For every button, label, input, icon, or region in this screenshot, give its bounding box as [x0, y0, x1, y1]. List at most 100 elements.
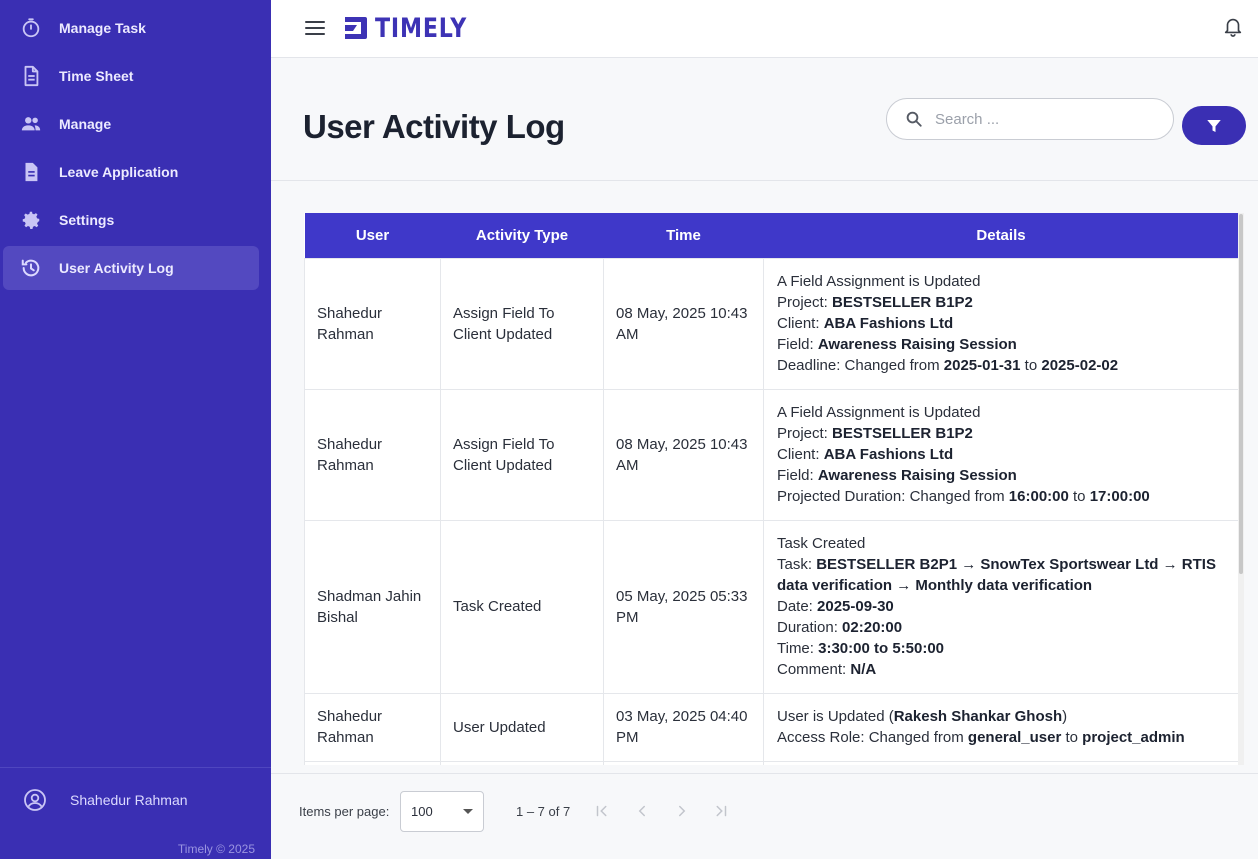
detail-line: Task Created — [777, 535, 866, 552]
filter-button[interactable] — [1182, 106, 1246, 145]
cell-activity-type — [440, 760, 604, 765]
page-title: User Activity Log — [303, 108, 565, 145]
cell-user: Shahedur Rahman — [304, 388, 441, 521]
detail-line: Field: Awareness Raising Session — [777, 336, 1017, 353]
column-header-details[interactable]: Details — [763, 213, 1238, 258]
filter-icon — [1207, 119, 1221, 132]
cell-user: Shahedur Rahman — [304, 692, 441, 762]
sidebar-divider — [0, 767, 271, 768]
sidebar: Manage Task Time Sheet Manage Leave Appl… — [0, 0, 271, 859]
cell-activity-type: User Updated — [440, 692, 604, 762]
last-page-icon — [716, 805, 727, 817]
cell-user: Shadman Jahin Bishal — [304, 519, 441, 694]
chevron-left-icon — [638, 805, 645, 817]
people-icon — [3, 113, 59, 135]
timer-icon — [3, 17, 59, 39]
cell-user — [304, 760, 441, 765]
gear-icon — [3, 209, 59, 231]
items-per-page-value: 100 — [411, 804, 433, 819]
sidebar-item-label: Leave Application — [59, 164, 179, 180]
items-per-page-select[interactable]: 100 — [400, 791, 484, 832]
detail-line: User is Updated (Rakesh Shankar Ghosh) — [777, 708, 1068, 725]
table-row[interactable]: Shahedur Rahman User Updated 03 May, 202… — [304, 692, 1238, 762]
cell-time: 03 May, 2025 04:40 PM — [603, 692, 764, 762]
detail-line: Client: ABA Fashions Ltd — [777, 446, 954, 463]
sidebar-item-label: Settings — [59, 212, 115, 228]
column-header-time[interactable]: Time — [603, 213, 764, 258]
detail-line: Task: BESTSELLER B2P1 → SnowTex Sportswe… — [777, 556, 1216, 594]
cell-time — [603, 760, 764, 765]
app-logo[interactable]: TIMELY — [343, 10, 487, 46]
table-row[interactable]: Shadman Jahin Bishal Task Created 05 May… — [304, 519, 1238, 694]
table-row[interactable]: Shahedur Rahman Assign Field To Client U… — [304, 388, 1238, 521]
cell-details — [763, 760, 1238, 765]
top-bar: TIMELY — [271, 0, 1258, 58]
notification-bell-icon[interactable] — [1222, 15, 1244, 37]
menu-icon[interactable] — [303, 16, 327, 40]
previous-page-button[interactable] — [632, 801, 652, 821]
copyright-text: Timely © 2025 — [177, 842, 255, 856]
table-row[interactable]: Shahedur Rahman Assign Field To Client U… — [304, 257, 1238, 390]
chevron-right-icon — [679, 805, 686, 817]
cell-details: Task Created Task: BESTSELLER B2P1 → Sno… — [763, 519, 1238, 694]
detail-line: Comment: N/A — [777, 661, 877, 678]
sidebar-item-manage-task[interactable]: Manage Task — [3, 6, 259, 50]
cell-details: A Field Assignment is Updated Project: B… — [763, 388, 1238, 521]
cell-details: A Field Assignment is Updated Project: B… — [763, 257, 1238, 390]
next-page-button[interactable] — [672, 801, 692, 821]
page-header: User Activity Log — [271, 78, 1258, 181]
detail-line: Projected Duration: Changed from 16:00:0… — [777, 488, 1150, 505]
sidebar-item-label: User Activity Log — [59, 260, 174, 276]
detail-line: Date: 2025-09-30 — [777, 598, 894, 615]
cell-time: 08 May, 2025 10:43 AM — [603, 257, 764, 390]
user-profile[interactable]: Shahedur Rahman — [0, 778, 271, 822]
items-per-page-label: Items per page: — [299, 804, 390, 819]
detail-line: Field: Awareness Raising Session — [777, 467, 1017, 484]
scrollbar-thumb[interactable] — [1239, 214, 1243, 574]
file-icon — [3, 161, 59, 183]
sidebar-item-time-sheet[interactable]: Time Sheet — [3, 54, 259, 98]
activity-table: User Activity Type Time Details Shahedur… — [304, 213, 1238, 765]
search-box[interactable] — [886, 98, 1174, 140]
sidebar-item-label: Manage — [59, 116, 112, 132]
column-header-activity-type[interactable]: Activity Type — [440, 213, 604, 258]
account-circle-icon — [0, 788, 70, 812]
sidebar-item-leave-application[interactable]: Leave Application — [3, 150, 259, 194]
search-icon — [906, 111, 922, 127]
detail-line: Project: BESTSELLER B1P2 — [777, 425, 973, 442]
cell-user: Shahedur Rahman — [304, 257, 441, 390]
detail-line: Duration: 02:20:00 — [777, 619, 903, 636]
last-page-button[interactable] — [711, 801, 731, 821]
cell-activity-type: Assign Field To Client Updated — [440, 388, 604, 521]
paginator: Items per page: 100 1 – 7 of 7 — [271, 773, 1258, 847]
table-header-row: User Activity Type Time Details — [304, 213, 1238, 258]
cell-activity-type: Task Created — [440, 519, 604, 694]
cell-time: 05 May, 2025 05:33 PM — [603, 519, 764, 694]
cell-time: 08 May, 2025 10:43 AM — [603, 388, 764, 521]
detail-line: A Field Assignment is Updated — [777, 404, 981, 421]
activity-table-container[interactable]: User Activity Type Time Details Shahedur… — [304, 213, 1238, 765]
search-input[interactable] — [935, 110, 1155, 128]
detail-line: Access Role: Changed from general_user t… — [777, 729, 1185, 746]
detail-line: Deadline: Changed from 2025-01-31 to 202… — [777, 357, 1119, 374]
cell-details: User is Updated (Rakesh Shankar Ghosh) A… — [763, 692, 1238, 762]
document-icon — [3, 65, 59, 87]
table-row[interactable] — [304, 760, 1238, 765]
detail-line: A Field Assignment is Updated — [777, 273, 981, 290]
sidebar-item-manage[interactable]: Manage — [3, 102, 259, 146]
page-range-label: 1 – 7 of 7 — [516, 804, 571, 819]
history-icon — [3, 257, 59, 279]
first-page-button[interactable] — [592, 801, 612, 821]
sidebar-item-settings[interactable]: Settings — [3, 198, 259, 242]
detail-line: Time: 3:30:00 to 5:50:00 — [777, 640, 945, 657]
sidebar-item-label: Time Sheet — [59, 68, 134, 84]
sidebar-item-user-activity-log[interactable]: User Activity Log — [3, 246, 259, 290]
detail-line: Client: ABA Fashions Ltd — [777, 315, 954, 332]
profile-name: Shahedur Rahman — [70, 792, 188, 808]
detail-line: Project: BESTSELLER B1P2 — [777, 294, 973, 311]
cell-activity-type: Assign Field To Client Updated — [440, 257, 604, 390]
first-page-icon — [596, 805, 607, 817]
column-header-user[interactable]: User — [304, 213, 441, 258]
sidebar-item-label: Manage Task — [59, 20, 146, 36]
dropdown-caret-icon — [463, 809, 473, 814]
